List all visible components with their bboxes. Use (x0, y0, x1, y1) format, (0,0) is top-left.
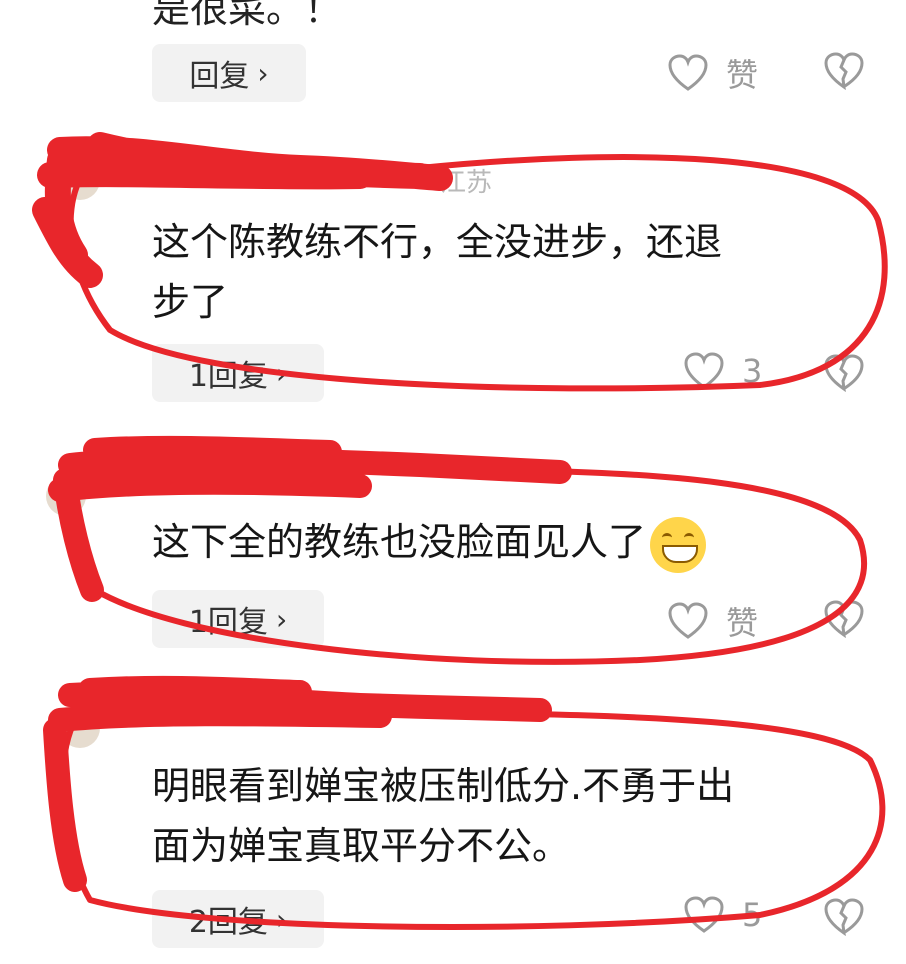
reply-button[interactable]: 1回复 › (152, 344, 324, 402)
avatar[interactable] (60, 708, 100, 748)
comment-text-line: 面为婵宝真取平分不公。 (152, 824, 571, 868)
like-button[interactable]: 赞 (668, 598, 758, 644)
reply-label: 2回复 (188, 905, 268, 940)
chevron-right-icon: › (257, 56, 269, 90)
reply-button[interactable]: 回复 › (152, 44, 306, 102)
heart-icon (684, 896, 724, 933)
avatar[interactable] (46, 476, 86, 516)
comment-text-line: 步了 (152, 280, 229, 324)
heart-icon (684, 352, 724, 389)
comment-location: 江苏 (440, 168, 493, 198)
like-button[interactable]: 3 (684, 352, 762, 390)
heart-icon (668, 54, 708, 91)
like-button[interactable]: 5 (684, 896, 762, 934)
dislike-button[interactable] (824, 600, 864, 638)
comment-text-line: 明眼看到婵宝被压制低分.不勇于出 (152, 764, 735, 808)
comment-text-line: 这个陈教练不行，全没进步，还退 (152, 220, 723, 264)
comment-text: 这个陈教练不行，全没进步，还退 步了 (152, 212, 722, 332)
comment-text-line: 这下全的教练也没脸面见人了 (152, 520, 647, 564)
broken-heart-icon (824, 52, 864, 90)
chevron-right-icon: › (275, 602, 288, 636)
comment-text: 明眼看到婵宝被压制低分.不勇于出 面为婵宝真取平分不公。 (152, 756, 734, 876)
like-count: 5 (742, 896, 763, 934)
avatar[interactable] (60, 160, 100, 200)
like-label: 赞 (726, 56, 759, 94)
broken-heart-icon (824, 600, 864, 638)
like-button[interactable]: 赞 (668, 50, 758, 96)
broken-heart-icon (824, 898, 864, 936)
heart-icon (668, 602, 708, 639)
dislike-button[interactable] (824, 898, 864, 936)
reply-button[interactable]: 2回复 › (152, 890, 324, 948)
top-comment-text: 是很菜。！ (152, 0, 343, 31)
chevron-right-icon: › (275, 902, 288, 936)
dislike-button[interactable] (824, 52, 864, 90)
like-label: 赞 (726, 604, 759, 642)
reply-label: 1回复 (188, 605, 268, 640)
broken-heart-icon (824, 354, 864, 392)
reply-label: 1回复 (188, 359, 268, 394)
grinning-emoji-icon (650, 516, 707, 573)
reply-button[interactable]: 1回复 › (152, 590, 324, 648)
dislike-button[interactable] (824, 354, 864, 392)
comment-text: 这下全的教练也没脸面见人了 (152, 512, 707, 573)
reply-label: 回复 (189, 59, 250, 94)
like-count: 3 (742, 352, 763, 390)
chevron-right-icon: › (275, 356, 288, 390)
